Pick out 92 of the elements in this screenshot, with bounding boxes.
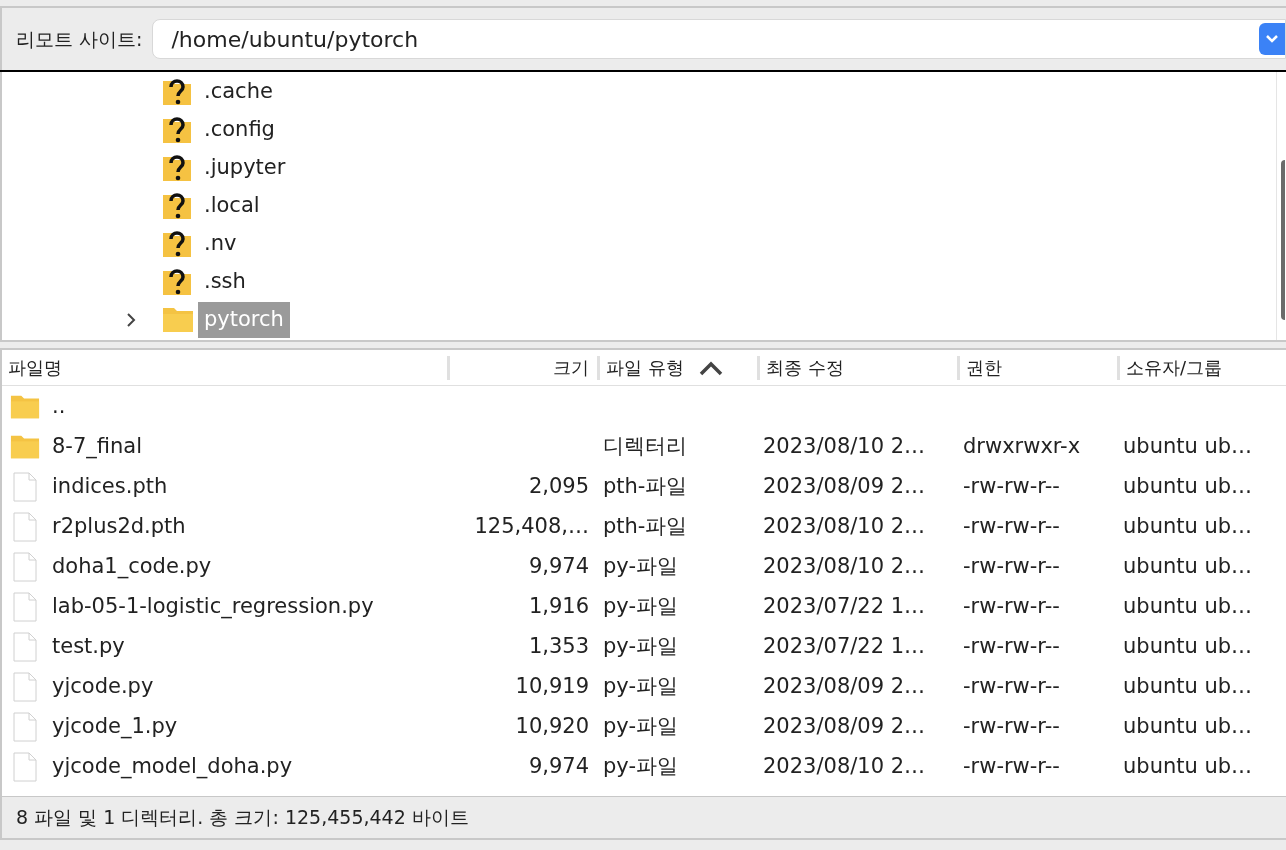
column-header[interactable]: 파일 유형 bbox=[606, 354, 684, 381]
table-cell-text: py-파일 bbox=[603, 593, 678, 621]
table-cell-text: pth-파일 bbox=[603, 473, 688, 501]
tree-item[interactable]: .cache bbox=[198, 74, 279, 110]
folder-icon bbox=[10, 434, 40, 460]
column-header[interactable]: 크기 bbox=[553, 354, 589, 381]
file-name[interactable]: lab-05-1-logistic_regression.py bbox=[52, 591, 374, 623]
table-cell-text: 2023/08/10 2… bbox=[763, 553, 926, 581]
tree-item[interactable]: .local bbox=[198, 188, 266, 224]
file-name[interactable]: r2plus2d.pth bbox=[52, 511, 186, 543]
table-cell-text: pth-파일 bbox=[603, 513, 688, 541]
column-header[interactable]: 파일명 bbox=[8, 354, 62, 381]
tree-item[interactable]: .config bbox=[198, 112, 281, 148]
folder-icon bbox=[10, 394, 40, 420]
table-cell-text: 2023/08/10 2… bbox=[763, 513, 926, 541]
column-header[interactable]: 소유자/그룹 bbox=[1126, 354, 1223, 381]
sort-ascending-icon[interactable] bbox=[697, 359, 724, 376]
table-cell-text: ubuntu ub… bbox=[1123, 473, 1253, 501]
table-cell-text: ubuntu ub… bbox=[1123, 593, 1253, 621]
chevron-right-icon[interactable] bbox=[126, 312, 136, 328]
question-folder-icon bbox=[162, 77, 192, 107]
file-icon bbox=[13, 752, 37, 782]
table-cell-text: 2023/08/09 2… bbox=[763, 673, 926, 701]
file-icon bbox=[13, 592, 37, 622]
table-cell-text: -rw-rw-r-- bbox=[963, 553, 1060, 581]
table-cell-text: py-파일 bbox=[603, 633, 678, 661]
table-cell-text: ubuntu ub… bbox=[1123, 673, 1253, 701]
question-folder-icon bbox=[162, 115, 192, 145]
file-name[interactable]: indices.pth bbox=[52, 471, 168, 503]
table-cell-text: ubuntu ub… bbox=[1123, 553, 1253, 581]
table-cell-text: ubuntu ub… bbox=[1123, 713, 1253, 741]
question-folder-icon bbox=[162, 229, 192, 259]
file-name[interactable]: doha1_code.py bbox=[52, 551, 212, 583]
file-name[interactable]: 8-7_final bbox=[52, 431, 143, 463]
table-cell-text: ubuntu ub… bbox=[1123, 513, 1253, 541]
scrollbar-thumb[interactable] bbox=[1281, 160, 1285, 320]
file-icon bbox=[13, 552, 37, 582]
table-cell-text: ubuntu ub… bbox=[1123, 433, 1253, 461]
table-cell-text: 9,974 bbox=[528, 553, 589, 581]
table-cell-text: 1,916 bbox=[528, 593, 589, 621]
table-cell-text: -rw-rw-r-- bbox=[963, 473, 1060, 501]
tree-item[interactable]: .ssh bbox=[198, 264, 252, 300]
folder-icon bbox=[162, 307, 194, 333]
table-cell-text: -rw-rw-r-- bbox=[963, 513, 1060, 541]
column-header[interactable]: 최종 수정 bbox=[766, 354, 844, 381]
chevron-down-icon bbox=[1265, 34, 1279, 44]
file-name[interactable]: yjcode.py bbox=[52, 671, 154, 703]
table-cell-text: 2,095 bbox=[528, 473, 589, 501]
table-cell-text: -rw-rw-r-- bbox=[963, 673, 1060, 701]
table-cell-text: -rw-rw-r-- bbox=[963, 593, 1060, 621]
file-name[interactable]: yjcode_1.py bbox=[52, 711, 178, 743]
table-cell-text: py-파일 bbox=[603, 553, 678, 581]
file-icon bbox=[13, 712, 37, 742]
table-cell-text: py-파일 bbox=[603, 673, 678, 701]
table-cell-text: 1,353 bbox=[528, 633, 589, 661]
table-cell-text: 10,919 bbox=[515, 673, 589, 701]
path-value: /home/ubuntu/pytorch bbox=[171, 25, 420, 54]
table-cell-text: 2023/07/22 1… bbox=[763, 593, 926, 621]
file-icon bbox=[13, 632, 37, 662]
file-name[interactable]: test.py bbox=[52, 631, 125, 663]
file-icon bbox=[13, 672, 37, 702]
table-cell-text: 125,408,… bbox=[474, 513, 589, 541]
table-cell-text: 9,974 bbox=[528, 753, 589, 781]
table-cell-text: py-파일 bbox=[603, 753, 678, 781]
table-cell-text: 2023/08/09 2… bbox=[763, 713, 926, 741]
table-cell-text: ubuntu ub… bbox=[1123, 633, 1253, 661]
table-cell-text: 디렉터리 bbox=[603, 433, 687, 461]
table-cell-text: 10,920 bbox=[515, 713, 589, 741]
file-icon bbox=[13, 512, 37, 542]
column-header[interactable]: 권한 bbox=[966, 354, 1002, 381]
tree-item[interactable]: .nv bbox=[198, 226, 243, 262]
path-label: 리모트 사이트: bbox=[16, 26, 143, 52]
table-cell-text: -rw-rw-r-- bbox=[963, 753, 1060, 781]
status-text: 8 파일 및 1 디렉터리. 총 크기: 125,455,442 바이트 bbox=[16, 805, 469, 831]
table-cell-text: drwxrwxr-x bbox=[963, 433, 1081, 461]
file-name[interactable]: .. bbox=[52, 391, 66, 423]
table-cell-text: ubuntu ub… bbox=[1123, 753, 1253, 781]
table-cell-text: 2023/07/22 1… bbox=[763, 633, 926, 661]
question-folder-icon bbox=[162, 267, 192, 297]
table-cell-text: 2023/08/10 2… bbox=[763, 753, 926, 781]
tree-item[interactable]: .jupyter bbox=[198, 150, 292, 186]
table-cell-text: py-파일 bbox=[603, 713, 678, 741]
file-name[interactable]: yjcode_model_doha.py bbox=[52, 751, 293, 783]
table-cell-text: -rw-rw-r-- bbox=[963, 633, 1060, 661]
path-combo-box[interactable]: /home/ubuntu/pytorch bbox=[152, 19, 1286, 59]
file-icon bbox=[13, 472, 37, 502]
question-folder-icon bbox=[162, 153, 192, 183]
table-cell-text: -rw-rw-r-- bbox=[963, 713, 1060, 741]
question-folder-icon bbox=[162, 191, 192, 221]
table-cell-text: 2023/08/10 2… bbox=[763, 433, 926, 461]
dropdown-button[interactable] bbox=[1259, 23, 1285, 55]
table-cell-text: 2023/08/09 2… bbox=[763, 473, 926, 501]
